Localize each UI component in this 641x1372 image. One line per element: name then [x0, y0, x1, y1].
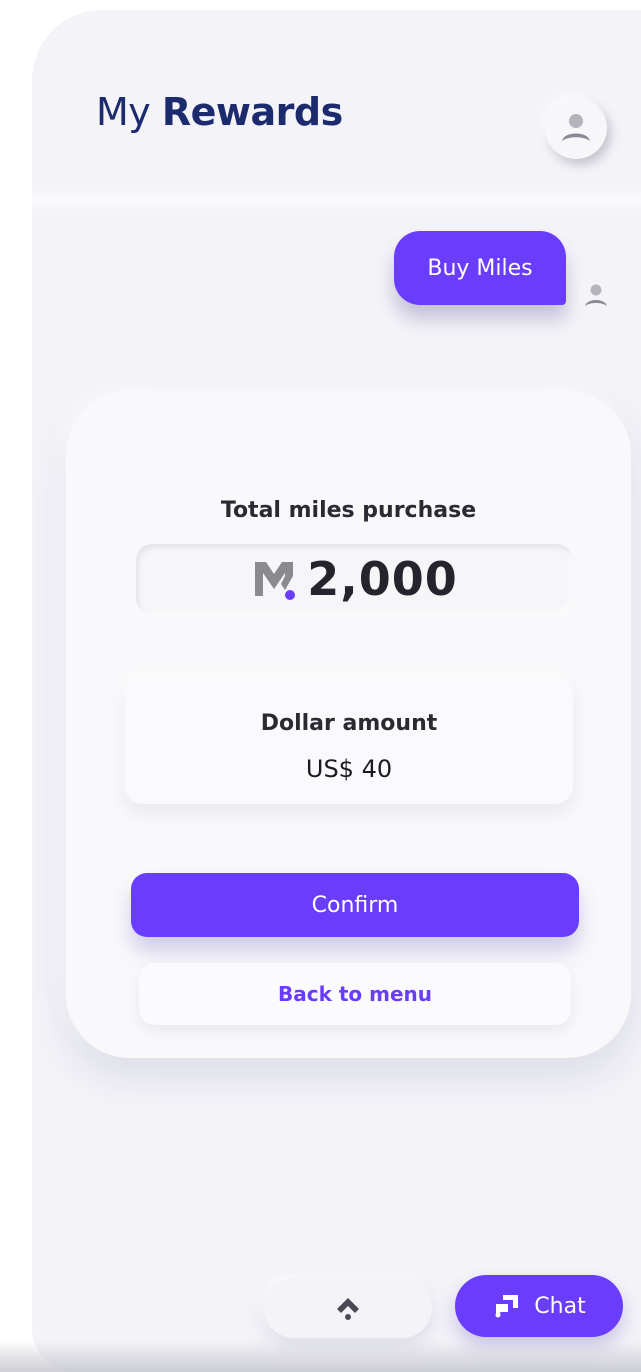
header-divider — [32, 180, 641, 220]
user-message-avatar — [578, 277, 614, 313]
user-message-text: Buy Miles — [427, 255, 533, 281]
user-avatar-icon — [562, 114, 590, 141]
app-screen: My Rewards Buy Miles Total miles purchas… — [32, 10, 641, 1372]
page-title-bold: Rewards — [161, 90, 343, 134]
page-title-light: My — [96, 90, 151, 134]
bottom-edge-shadow — [0, 1340, 641, 1372]
scroll-up-button[interactable] — [264, 1278, 432, 1338]
profile-avatar-button[interactable] — [545, 97, 607, 159]
page-title: My Rewards — [96, 90, 343, 134]
dollar-amount-label: Dollar amount — [260, 711, 438, 736]
chat-button[interactable]: Chat — [455, 1275, 623, 1337]
miles-logo-icon — [255, 562, 296, 600]
miles-purchase-card: Total miles purchase 2,000 Dollar amount… — [66, 391, 631, 1058]
chevron-up-icon — [337, 1298, 359, 1320]
miles-amount-value: 2,000 — [307, 552, 458, 606]
dollar-amount-box: Dollar amount US$ 40 — [125, 677, 573, 804]
user-message-bubble: Buy Miles — [394, 231, 566, 305]
miles-purchase-label: Total miles purchase — [220, 498, 477, 523]
user-avatar-icon — [585, 284, 607, 306]
miles-amount-field[interactable]: 2,000 — [136, 544, 573, 614]
back-to-menu-button[interactable]: Back to menu — [139, 963, 571, 1025]
dollar-amount-value: US$ 40 — [305, 755, 393, 783]
chat-bubble-icon — [495, 1295, 519, 1318]
confirm-button[interactable]: Confirm — [131, 873, 579, 937]
chat-button-label: Chat — [534, 1293, 586, 1319]
